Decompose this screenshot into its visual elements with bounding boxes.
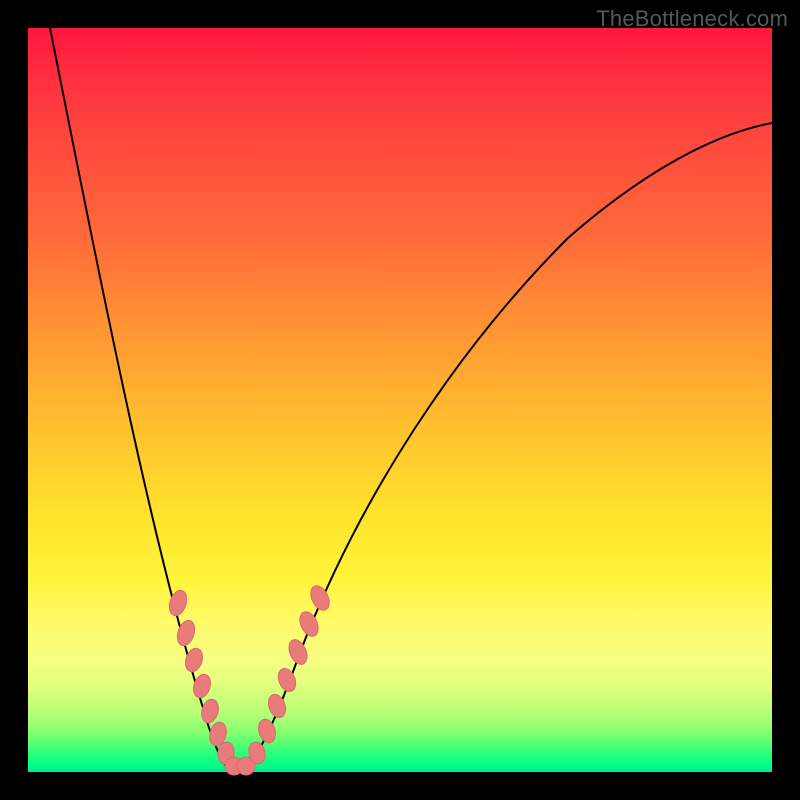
gradient-plot-area xyxy=(28,28,772,772)
bottleneck-curve xyxy=(50,28,772,770)
marker-group xyxy=(166,583,333,775)
chart-frame: TheBottleneck.com xyxy=(0,0,800,800)
watermark-text: TheBottleneck.com xyxy=(596,6,788,32)
curve-layer xyxy=(28,28,772,772)
